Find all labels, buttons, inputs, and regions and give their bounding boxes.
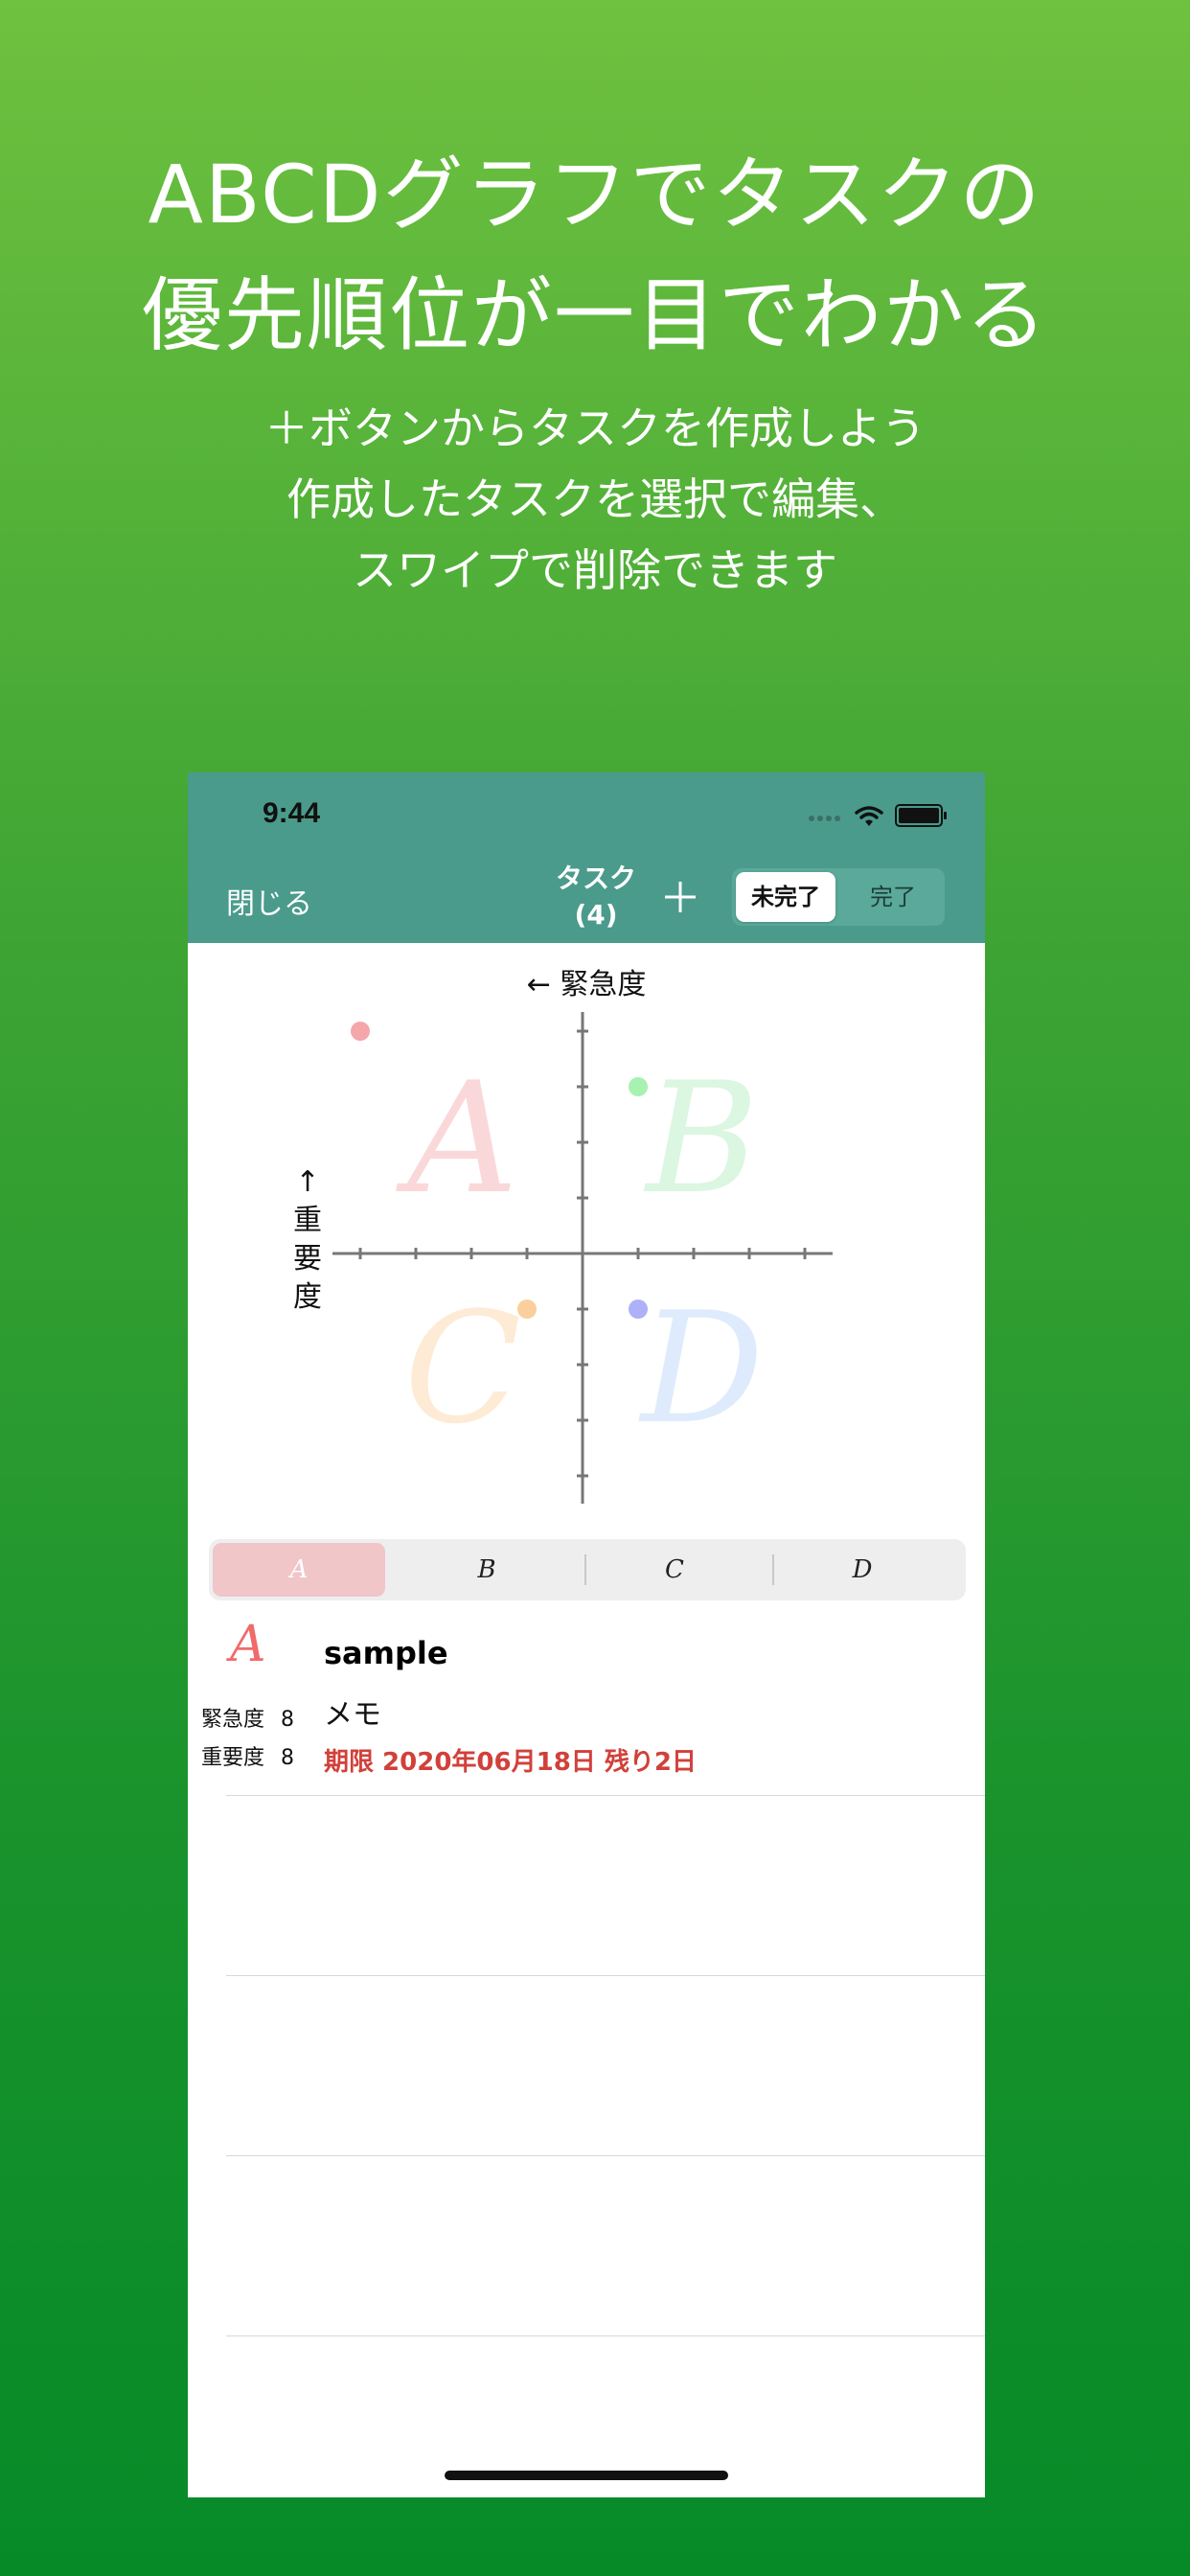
- x-axis-label: ← 緊急度: [526, 968, 647, 1001]
- filter-d[interactable]: D: [776, 1543, 949, 1597]
- nav-title-text: タスク: [555, 862, 636, 894]
- filter-divider: [772, 1554, 774, 1585]
- y-axis-arrow: ↑: [295, 1165, 320, 1199]
- importance-label: 重要度: [201, 1746, 265, 1770]
- status-icons: [809, 801, 947, 830]
- filter-a[interactable]: A: [213, 1543, 385, 1597]
- task-point-b: [629, 1077, 648, 1096]
- row-separator: [226, 1795, 985, 1796]
- row-separator: [226, 2155, 985, 2156]
- segment-complete[interactable]: 完了: [845, 872, 941, 922]
- task-title: sample: [324, 1635, 448, 1671]
- task-memo: メモ: [324, 1698, 381, 1732]
- y-axis-char-2: 要: [293, 1242, 322, 1276]
- abcd-chart[interactable]: A BC D: [332, 1012, 868, 1510]
- nav-title: タスク (4): [531, 861, 661, 933]
- task-importance: 重要度 8: [201, 1740, 294, 1771]
- segment-incomplete[interactable]: 未完了: [736, 872, 835, 922]
- task-point-d: [629, 1300, 648, 1319]
- quadrant-label-b: B: [643, 1048, 759, 1228]
- status-time: 9:44: [263, 797, 321, 829]
- promo-headline: ABCDグラフでタスクの 優先順位が一目でわかる: [0, 134, 1190, 376]
- task-row[interactable]: A 緊急度 8 重要度 8 sample メモ 期限 2020年06月18日 残…: [188, 1616, 985, 1804]
- phone-screen: 9:44 閉じる タスク (4) 未完了 完了 ← 緊急度 ↑ 重 要 度 A …: [188, 772, 985, 2497]
- home-indicator: [445, 2471, 728, 2480]
- quadrant-label-c: C: [404, 1278, 521, 1458]
- task-grade-badge: A: [230, 1616, 266, 1673]
- wifi-icon: [855, 806, 883, 826]
- add-task-button[interactable]: [652, 868, 709, 926]
- promo-subline: ＋ボタンからタスクを作成しよう 作成したタスクを選択で編集、 スワイプで削除でき…: [0, 393, 1190, 606]
- row-separator: [226, 1975, 985, 1976]
- urgency-value: 8: [281, 1708, 295, 1732]
- nav-title-count: (4): [574, 899, 618, 931]
- importance-value: 8: [281, 1746, 295, 1770]
- grade-filter: A B C D: [209, 1539, 966, 1600]
- subline-line1: ＋ボタンからタスクを作成しよう: [264, 402, 926, 454]
- subline-line3: スワイプで削除できます: [353, 544, 837, 596]
- urgency-label: 緊急度: [201, 1708, 265, 1732]
- signal-icon: [809, 807, 843, 825]
- navigation-bar: 9:44 閉じる タスク (4) 未完了 完了: [188, 772, 985, 943]
- task-point-c: [517, 1300, 537, 1319]
- quadrant-label-a: A: [395, 1048, 518, 1228]
- filter-b[interactable]: B: [400, 1543, 573, 1597]
- task-due-date: 期限 2020年06月18日 残り2日: [324, 1748, 697, 1777]
- row-separator: [226, 2335, 985, 2336]
- y-axis-char-3: 度: [293, 1280, 322, 1314]
- battery-icon: [895, 804, 947, 827]
- quadrant-label-d: D: [638, 1278, 764, 1458]
- filter-c[interactable]: C: [588, 1543, 761, 1597]
- filter-divider: [584, 1554, 586, 1585]
- headline-line1: ABCDグラフでタスクの: [148, 148, 1042, 242]
- close-button[interactable]: 閉じる: [226, 880, 312, 922]
- y-axis-label: ↑ 重 要 度: [284, 1163, 332, 1317]
- task-urgency: 緊急度 8: [201, 1702, 294, 1733]
- y-axis-char-1: 重: [293, 1204, 322, 1237]
- subline-line2: 作成したタスクを選択で編集、: [286, 473, 904, 525]
- headline-line2: 優先順位が一目でわかる: [141, 268, 1048, 362]
- status-segment-control: 未完了 完了: [732, 868, 945, 926]
- task-point-a: [351, 1022, 370, 1041]
